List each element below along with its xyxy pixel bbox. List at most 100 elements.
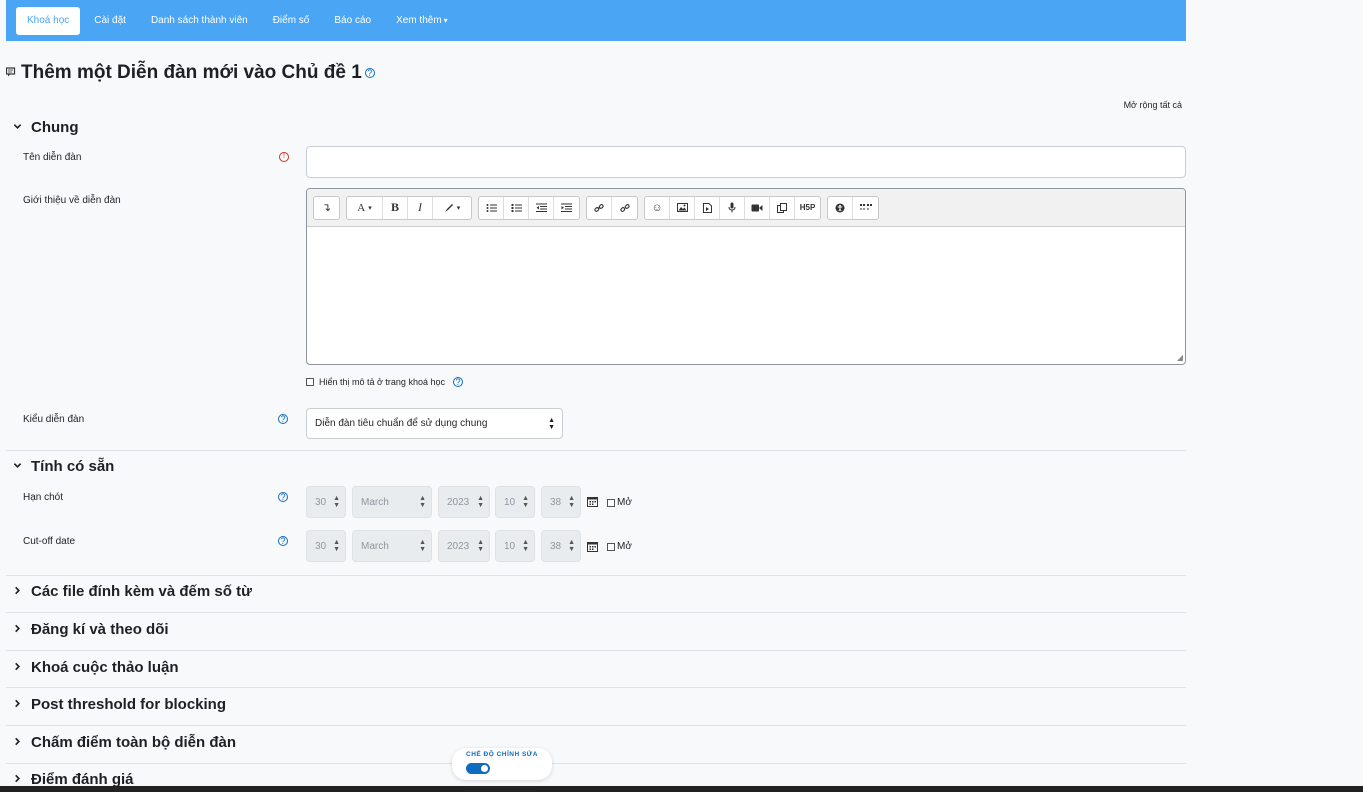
cutoff-minute-select[interactable]: 38 ▲ ▼ [541, 530, 581, 562]
outdent-icon[interactable] [529, 196, 554, 219]
select-arrows-icon: ▲ ▼ [522, 495, 529, 509]
section-subscription-header[interactable]: Đăng kí và theo dõi [6, 621, 1186, 638]
toggle-knob [481, 765, 488, 772]
due-year-value: 2023 [447, 496, 470, 508]
help-icon[interactable]: ? [452, 377, 463, 387]
chevron-down-icon: ▾ [443, 15, 448, 25]
due-minute-value: 38 [550, 496, 562, 508]
page-heading: Thêm một Diễn đàn mới vào Chủ đề 1 ? [5, 62, 375, 84]
chevron-right-icon [7, 774, 27, 786]
section-general-header[interactable]: Chung [6, 119, 1186, 136]
due-day-value: 30 [315, 496, 327, 508]
toolbar-group [586, 195, 638, 220]
tab-reports[interactable]: Báo cáo [323, 7, 382, 35]
bullet-list-icon[interactable] [479, 196, 504, 219]
help-icon[interactable]: ? [278, 492, 288, 502]
show-description-checkbox[interactable] [306, 378, 314, 386]
cutoff-date-label: Cut-off date [23, 536, 76, 547]
chevron-right-icon [7, 737, 27, 749]
bold-icon[interactable]: B [383, 196, 408, 219]
section-availability-header[interactable]: Tính có sẵn [6, 458, 1186, 475]
collapse-icon[interactable]: ↴ [314, 197, 339, 219]
record-audio-icon[interactable] [720, 196, 745, 219]
section-divider [6, 575, 1186, 576]
edit-mode-label: CHẾ ĐỘ CHỈNH SỬA [466, 751, 538, 758]
toolbar-group: A ▾ B I ▾ [346, 195, 472, 220]
section-post-threshold-title: Post threshold for blocking [31, 696, 227, 713]
cutoff-hour-select[interactable]: 10 ▲ ▼ [495, 530, 535, 562]
forum-type-select[interactable]: Diễn đàn tiêu chuẩn để sử dụng chung ▲ ▼ [306, 408, 563, 439]
tab-more[interactable]: Xem thêm ▾ [385, 7, 459, 35]
chevron-down-icon [7, 122, 27, 134]
h5p-icon[interactable]: H5P [795, 197, 820, 219]
toolbar-group: ☺ H5P [644, 195, 821, 220]
due-minute-select[interactable]: 38 ▲ ▼ [541, 486, 581, 518]
forum-name-input[interactable] [306, 146, 1186, 178]
section-discussion-locking-header[interactable]: Khoá cuộc thảo luận [6, 659, 1186, 676]
section-subscription-title: Đăng kí và theo dõi [31, 621, 169, 638]
record-video-icon[interactable] [745, 196, 770, 219]
select-arrows-icon: ▲ ▼ [333, 495, 340, 509]
cutoff-month-select[interactable]: March ▲ ▼ [352, 530, 432, 562]
due-hour-select[interactable]: 10 ▲ ▼ [495, 486, 535, 518]
section-post-threshold-header[interactable]: Post threshold for blocking [6, 696, 1186, 713]
calendar-icon[interactable] [587, 541, 598, 555]
manage-files-icon[interactable] [770, 196, 795, 219]
section-discussion-locking-title: Khoá cuộc thảo luận [31, 659, 179, 676]
help-icon[interactable]: ? [364, 68, 375, 78]
cutoff-day-select[interactable]: 30 ▲ ▼ [306, 530, 346, 562]
cutoff-year-value: 2023 [447, 540, 470, 552]
due-day-select[interactable]: 30 ▲ ▼ [306, 486, 346, 518]
cutoff-year-select[interactable]: 2023 ▲ ▼ [438, 530, 490, 562]
cutoff-day-value: 30 [315, 540, 327, 552]
help-icon[interactable]: ? [278, 414, 288, 424]
due-month-select[interactable]: March ▲ ▼ [352, 486, 432, 518]
taskbar-strip [0, 786, 1363, 792]
toolbar-group [478, 195, 580, 220]
section-general-title: Chung [31, 119, 79, 136]
edit-mode-toggle[interactable] [466, 763, 490, 774]
chevron-right-icon [7, 699, 27, 711]
edit-mode-widget: CHẾ ĐỘ CHỈNH SỬA [452, 748, 552, 780]
italic-icon[interactable]: I [408, 196, 433, 219]
section-divider [6, 763, 1186, 764]
tab-settings[interactable]: Cài đặt [83, 7, 137, 35]
link-icon[interactable] [587, 196, 612, 219]
help-icon[interactable]: ? [278, 536, 288, 546]
due-month-value: March [361, 496, 389, 508]
cutoff-date-enable-checkbox[interactable] [607, 542, 615, 551]
section-attachments-title: Các file đính kèm và đếm số từ [31, 583, 252, 600]
due-date-enable-checkbox[interactable] [607, 498, 615, 507]
indent-icon[interactable] [554, 197, 579, 219]
section-attachments-header[interactable]: Các file đính kèm và đếm số từ [6, 583, 1186, 600]
unlink-icon[interactable] [612, 197, 637, 219]
numbered-list-icon[interactable] [504, 196, 529, 219]
resize-handle-icon[interactable]: ◢ [1177, 353, 1183, 362]
due-year-select[interactable]: 2023 ▲ ▼ [438, 486, 490, 518]
calendar-icon[interactable] [587, 496, 598, 510]
tab-course[interactable]: Khoá học [16, 6, 81, 35]
section-whole-forum-grading-header[interactable]: Chấm điểm toàn bộ diễn đàn [6, 734, 1186, 751]
select-arrows-icon: ▲ ▼ [333, 539, 340, 553]
font-color-icon[interactable]: A ▾ [347, 196, 383, 219]
highlight-icon[interactable]: ▾ [433, 197, 471, 219]
chevron-right-icon [7, 586, 27, 598]
cutoff-minute-value: 38 [550, 540, 562, 552]
accessibility-checker-icon[interactable] [828, 196, 853, 219]
due-date-enable[interactable]: Mở [607, 497, 632, 508]
editor-content-area[interactable] [307, 227, 1185, 364]
tab-participants[interactable]: Danh sách thành viên [140, 7, 259, 35]
select-arrows-icon: ▲ ▼ [568, 539, 575, 553]
expand-all-link[interactable]: Mở rộng tất cả [1124, 100, 1182, 110]
required-icon: ! [279, 152, 289, 162]
chevron-right-icon [7, 662, 27, 674]
cutoff-date-enable[interactable]: Mở [607, 541, 632, 552]
screenreader-helper-icon[interactable] [853, 197, 878, 219]
emoji-icon[interactable]: ☺ [645, 196, 670, 219]
image-icon[interactable] [670, 196, 695, 219]
course-navigation: Khoá học Cài đặt Danh sách thành viên Đi… [6, 0, 1186, 41]
media-icon[interactable] [695, 196, 720, 219]
toolbar-group [827, 195, 879, 220]
section-divider [6, 725, 1186, 726]
tab-grades[interactable]: Điểm số [262, 7, 321, 35]
